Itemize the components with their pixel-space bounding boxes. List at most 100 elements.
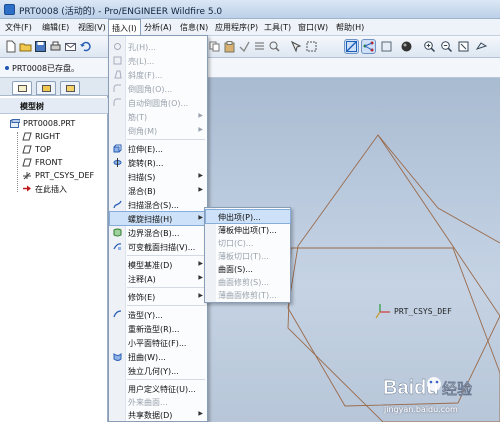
insert-menu: 孔(H)... 壳(L)... 斜度(F)... 倒圆角(O)... 自动倒圆角… <box>108 35 208 422</box>
swept-blend-icon <box>113 200 122 209</box>
menu-item-restyle[interactable]: 重新造型(R)... <box>110 322 207 335</box>
find-icon[interactable] <box>268 40 281 53</box>
title-bar: PRT0008 (活动的) - Pro/ENGINEER Wildfire 5.… <box>0 0 500 19</box>
menu-item-model-datum[interactable]: 模型基准(D) ▶ <box>110 258 207 271</box>
model-tree-title: 模型树 <box>20 102 44 111</box>
menu-item-auto-round[interactable]: 自动倒圆角(O)... <box>110 96 207 109</box>
refit-icon[interactable] <box>457 40 470 53</box>
menu-item-round[interactable]: 倒圆角(O)... <box>110 82 207 95</box>
menu-insert[interactable]: 插入(I) <box>108 19 141 36</box>
message-bullet-icon <box>5 66 9 70</box>
extrude-icon <box>113 144 122 153</box>
menu-applications[interactable]: 应用程序(P) <box>215 22 258 33</box>
paste-icon[interactable] <box>223 40 236 53</box>
menu-item-hole[interactable]: 孔(H)... <box>110 40 207 53</box>
draft-icon <box>114 70 122 79</box>
menu-edit[interactable]: 编辑(E) <box>42 22 69 33</box>
menu-item-cosmetic[interactable]: 修饰(E) ▶ <box>110 290 207 303</box>
submenu-item-surface-trim[interactable]: 曲面修剪(S)... <box>206 275 290 288</box>
print-icon[interactable] <box>49 40 62 53</box>
datum-plane-outline <box>287 134 500 407</box>
csys-icon <box>23 172 31 180</box>
regenerate-icon[interactable] <box>238 40 251 53</box>
zoom-in-icon[interactable] <box>423 40 436 53</box>
menu-file[interactable]: 文件(F) <box>5 22 32 33</box>
datum-plane-icon <box>22 145 32 154</box>
feature-list-icon[interactable] <box>253 40 266 53</box>
menu-tools[interactable]: 工具(T) <box>264 22 291 33</box>
menu-item-extrude[interactable]: 拉伸(E)... <box>110 142 207 155</box>
menu-info[interactable]: 信息(N) <box>180 22 208 33</box>
datum-plane-icon <box>22 158 32 167</box>
tree-item-top[interactable]: TOP <box>22 144 105 156</box>
menu-item-variable-section-sweep[interactable]: 可变截面扫描(V)... <box>110 240 207 253</box>
menu-item-chamfer[interactable]: 倒角(M) ▶ <box>110 124 207 137</box>
display-style-icon[interactable] <box>380 40 393 53</box>
send-mail-icon[interactable] <box>64 40 77 53</box>
menu-item-user-defined-feature[interactable]: 用户定义特征(U)... <box>110 382 207 395</box>
tree-item-front[interactable]: FRONT <box>22 157 105 169</box>
menu-help[interactable]: 帮助(H) <box>336 22 364 33</box>
shading-sphere-icon[interactable] <box>400 40 413 53</box>
baidu-watermark: Baidu 经验 jingyan.baidu.com <box>380 370 495 420</box>
menu-item-annotation[interactable]: 注释(A) ▶ <box>110 272 207 285</box>
submenu-item-thin-cut[interactable]: 薄板切口(T)... <box>206 249 290 262</box>
tree-connector <box>17 132 18 192</box>
new-file-icon[interactable] <box>4 40 17 53</box>
submenu-item-cut[interactable]: 切口(C)... <box>206 236 290 249</box>
datum-plane-outline <box>377 134 500 244</box>
baidu-jingyan-logo: Baidu 经验 <box>383 377 473 399</box>
tree-item-insert-here[interactable]: 在此插入 <box>22 183 105 195</box>
revolve-icon <box>113 158 122 167</box>
menu-item-draft[interactable]: 斜度(F)... <box>110 68 207 81</box>
submenu-item-surface[interactable]: 曲面(S)... <box>206 262 290 275</box>
menu-item-sweep[interactable]: 扫描(S) ▶ <box>110 170 207 183</box>
undo-icon[interactable] <box>79 40 92 53</box>
tab-favorites[interactable] <box>60 81 80 95</box>
csys-label: PRT_CSYS_DEF <box>394 307 452 316</box>
menu-item-rib[interactable]: 筋(T) ▶ <box>110 110 207 123</box>
submenu-arrow-icon: ▶ <box>198 274 203 281</box>
menu-item-boundary-blend[interactable]: 边界混合(B)... <box>110 226 207 239</box>
menu-analysis[interactable]: 分析(A) <box>144 22 172 33</box>
boundary-blend-icon <box>113 228 122 237</box>
csys-marker <box>375 304 390 319</box>
tree-item-root[interactable]: PRT0008.PRT <box>10 118 105 130</box>
menu-item-shell[interactable]: 壳(L)... <box>110 54 207 67</box>
select-mode-icon[interactable] <box>290 40 303 53</box>
app-icon <box>4 4 15 15</box>
save-icon[interactable] <box>34 40 47 53</box>
menu-window[interactable]: 窗口(W) <box>298 22 328 33</box>
submenu-arrow-icon: ▶ <box>198 410 203 417</box>
window-title: PRT0008 (活动的) - Pro/ENGINEER Wildfire 5.… <box>19 7 223 17</box>
copy-icon[interactable] <box>208 40 221 53</box>
navigator-tabs <box>0 78 108 96</box>
menu-item-independent-geometry[interactable]: 独立几何(Y)... <box>110 364 207 377</box>
datum-display-icon[interactable] <box>344 39 359 54</box>
menu-item-shared-data[interactable]: 共享数据(D) ▶ <box>110 408 207 421</box>
reorient-icon[interactable] <box>475 40 488 53</box>
tab-folder-browser[interactable] <box>36 81 56 95</box>
datum-plane-icon <box>22 132 32 141</box>
box-select-icon[interactable] <box>305 40 318 53</box>
menu-item-warp[interactable]: 扭曲(W)... <box>110 350 207 363</box>
submenu-item-thin-protrusion[interactable]: 薄板伸出项(T)... <box>206 223 290 236</box>
open-folder-icon[interactable] <box>19 40 32 53</box>
submenu-arrow-icon: ▶ <box>198 260 203 267</box>
tree-item-right[interactable]: RIGHT <box>22 131 105 143</box>
menu-item-import-partial[interactable]: 外来曲面... <box>110 395 207 407</box>
menu-item-facet-feature[interactable]: 小平面特征(F)... <box>110 336 207 349</box>
menu-item-blend[interactable]: 混合(B) ▶ <box>110 184 207 197</box>
menu-item-style[interactable]: 造型(Y)... <box>110 308 207 321</box>
menu-item-helical-sweep[interactable]: 螺旋扫描(H) ▶ <box>109 211 208 226</box>
tree-item-csys[interactable]: PRT_CSYS_DEF <box>22 170 105 182</box>
menu-item-swept-blend[interactable]: 扫描混合(S)... <box>110 198 207 211</box>
axis-display-icon[interactable] <box>361 39 376 54</box>
menu-view[interactable]: 视图(V) <box>78 22 106 33</box>
submenu-item-thin-surface-trim[interactable]: 薄曲面修剪(T)... <box>206 288 290 301</box>
menu-item-revolve[interactable]: 旋转(R)... <box>110 156 207 169</box>
zoom-out-icon[interactable] <box>440 40 453 53</box>
insert-here-arrow-icon <box>23 185 31 192</box>
tab-model-tree[interactable] <box>12 81 32 95</box>
submenu-item-protrusion[interactable]: 伸出项(P)... <box>205 209 291 224</box>
